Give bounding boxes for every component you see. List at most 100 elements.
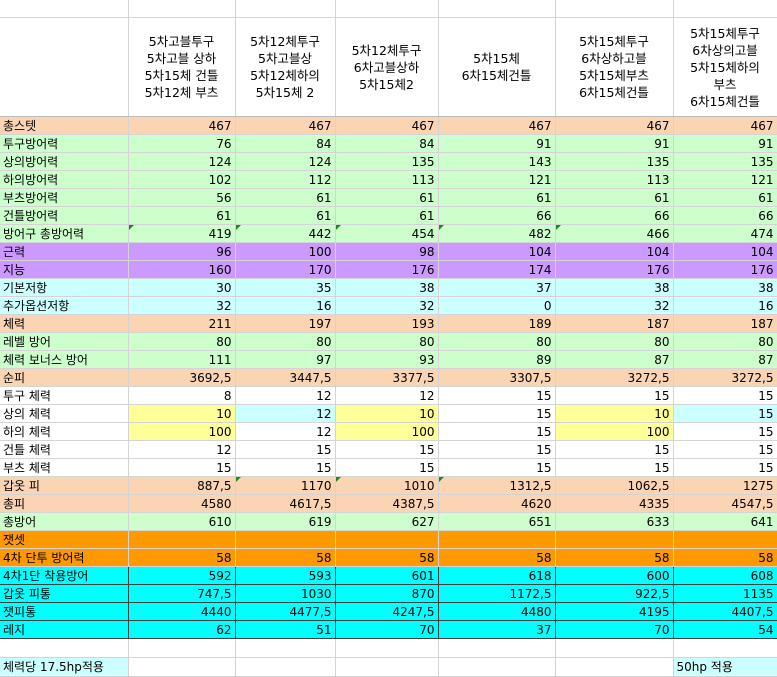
value-cell[interactable]: 1135: [673, 584, 777, 603]
value-cell[interactable]: 419: [128, 224, 236, 243]
value-cell[interactable]: 1172,5: [438, 584, 556, 603]
row-label[interactable]: 기본저항: [0, 278, 129, 297]
value-cell[interactable]: 4195: [555, 602, 674, 621]
cell[interactable]: [673, 638, 777, 658]
row-label[interactable]: 하의 체력: [0, 422, 129, 441]
value-cell[interactable]: 91: [438, 134, 556, 153]
row-label[interactable]: 잿피통: [0, 602, 129, 621]
value-cell[interactable]: 32: [555, 296, 674, 315]
value-cell[interactable]: 4480: [438, 602, 556, 621]
value-cell[interactable]: 38: [335, 278, 439, 297]
value-cell[interactable]: 618: [438, 566, 556, 585]
value-cell[interactable]: 70: [555, 620, 674, 639]
row-label[interactable]: 부츠 체력: [0, 458, 129, 477]
value-cell[interactable]: 467: [335, 116, 439, 135]
value-cell[interactable]: 38: [555, 278, 674, 297]
value-cell[interactable]: 15: [235, 458, 336, 477]
value-cell[interactable]: 15: [438, 458, 556, 477]
value-cell[interactable]: 98: [335, 242, 439, 261]
value-cell[interactable]: 80: [335, 332, 439, 351]
row-label[interactable]: 체력: [0, 314, 129, 333]
value-cell[interactable]: 870: [335, 584, 439, 603]
value-cell[interactable]: 466: [555, 224, 674, 243]
cell[interactable]: [235, 0, 336, 18]
value-cell[interactable]: 58: [555, 548, 674, 567]
value-cell[interactable]: 37: [438, 620, 556, 639]
row-label[interactable]: 갑옷 피: [0, 476, 129, 495]
value-cell[interactable]: 3307,5: [438, 368, 556, 387]
value-cell[interactable]: 593: [235, 566, 336, 585]
value-cell[interactable]: 442: [235, 224, 336, 243]
value-cell[interactable]: 15: [555, 386, 674, 405]
value-cell[interactable]: 1275: [673, 476, 777, 495]
value-cell[interactable]: 467: [555, 116, 674, 135]
cell[interactable]: [235, 638, 336, 658]
row-label[interactable]: 상의 체력: [0, 404, 129, 423]
row-label[interactable]: 레벨 방어: [0, 332, 129, 351]
row-label[interactable]: 잿셋: [0, 530, 129, 549]
value-cell[interactable]: 135: [335, 152, 439, 171]
value-cell[interactable]: 113: [335, 170, 439, 189]
value-cell[interactable]: 15: [555, 458, 674, 477]
value-cell[interactable]: 15: [438, 404, 556, 423]
row-label[interactable]: 총방어: [0, 512, 129, 531]
value-cell[interactable]: 91: [555, 134, 674, 153]
value-cell[interactable]: 121: [673, 170, 777, 189]
value-cell[interactable]: 651: [438, 512, 556, 531]
row-label[interactable]: 총피: [0, 494, 129, 513]
value-cell[interactable]: 641: [673, 512, 777, 531]
value-cell[interactable]: [555, 530, 674, 549]
value-cell[interactable]: 100: [235, 242, 336, 261]
value-cell[interactable]: 87: [555, 350, 674, 369]
value-cell[interactable]: 15: [335, 440, 439, 459]
value-cell[interactable]: 61: [128, 206, 236, 225]
value-cell[interactable]: 93: [335, 350, 439, 369]
value-cell[interactable]: 467: [438, 116, 556, 135]
value-cell[interactable]: 15: [438, 386, 556, 405]
value-cell[interactable]: 15: [673, 404, 777, 423]
value-cell[interactable]: 80: [555, 332, 674, 351]
value-cell[interactable]: 97: [235, 350, 336, 369]
value-cell[interactable]: 8: [128, 386, 236, 405]
value-cell[interactable]: 15: [438, 422, 556, 441]
value-cell[interactable]: 15: [673, 440, 777, 459]
value-cell[interactable]: 12: [128, 440, 236, 459]
value-cell[interactable]: 135: [555, 152, 674, 171]
value-cell[interactable]: 467: [128, 116, 236, 135]
value-cell[interactable]: 10: [335, 404, 439, 423]
value-cell[interactable]: 187: [673, 314, 777, 333]
row-label[interactable]: 건틀 체력: [0, 440, 129, 459]
row-label[interactable]: 총스텟: [0, 116, 129, 135]
column-header[interactable]: 5차15체 6차15체건틀: [438, 17, 556, 117]
value-cell[interactable]: 3272,5: [673, 368, 777, 387]
value-cell[interactable]: 124: [235, 152, 336, 171]
value-cell[interactable]: 102: [128, 170, 236, 189]
value-cell[interactable]: 135: [673, 152, 777, 171]
cell[interactable]: [335, 0, 439, 18]
value-cell[interactable]: 197: [235, 314, 336, 333]
value-cell[interactable]: 15: [235, 440, 336, 459]
value-cell[interactable]: 66: [555, 206, 674, 225]
value-cell[interactable]: 84: [235, 134, 336, 153]
value-cell[interactable]: 37: [438, 278, 556, 297]
value-cell[interactable]: 193: [335, 314, 439, 333]
value-cell[interactable]: 15: [673, 458, 777, 477]
value-cell[interactable]: [235, 530, 336, 549]
value-cell[interactable]: 100: [555, 422, 674, 441]
value-cell[interactable]: 10: [128, 404, 236, 423]
column-header[interactable]: 5차12체투구 5차고블상 5차12체하의 5차15체 2: [235, 17, 336, 117]
value-cell[interactable]: 15: [128, 458, 236, 477]
value-cell[interactable]: 54: [673, 620, 777, 639]
value-cell[interactable]: 474: [673, 224, 777, 243]
value-cell[interactable]: 58: [128, 548, 236, 567]
value-cell[interactable]: 56: [128, 188, 236, 207]
row-label[interactable]: 투구방어력: [0, 134, 129, 153]
value-cell[interactable]: 4387,5: [335, 494, 439, 513]
value-cell[interactable]: 176: [555, 260, 674, 279]
value-cell[interactable]: 747,5: [128, 584, 236, 603]
row-label[interactable]: 방어구 총방어력: [0, 224, 129, 243]
value-cell[interactable]: 58: [235, 548, 336, 567]
value-cell[interactable]: 124: [128, 152, 236, 171]
value-cell[interactable]: 76: [128, 134, 236, 153]
row-label[interactable]: 레지: [0, 620, 129, 639]
